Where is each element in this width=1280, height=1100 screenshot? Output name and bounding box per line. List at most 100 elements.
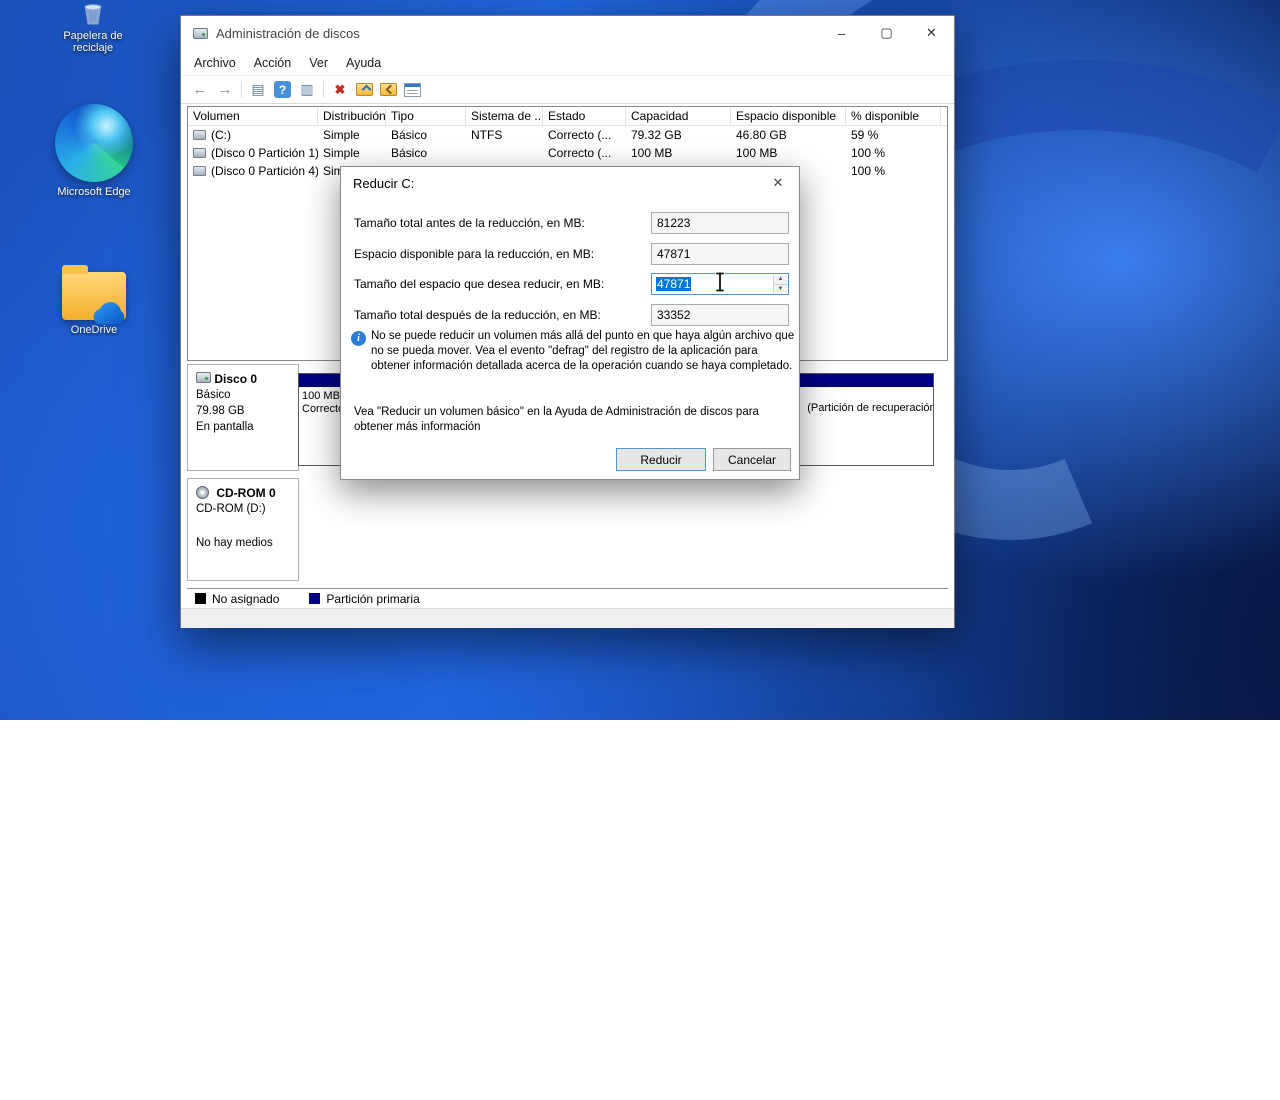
partition-status: Correcto — [302, 403, 338, 416]
cdrom-icon — [196, 486, 209, 499]
toolbar: ← → ▤ ? ▥ ✖ — [181, 76, 954, 104]
onedrive-glyph — [48, 256, 140, 320]
col-estado[interactable]: Estado — [543, 107, 626, 125]
edge-icon[interactable]: Microsoft Edge — [48, 104, 140, 198]
col-capacidad[interactable]: Capacidad — [626, 107, 731, 125]
cdrom-header[interactable]: CD-ROM 0 CD-ROM (D:) No hay medios — [187, 478, 299, 581]
disk0-header[interactable]: Disco 0 Básico 79.98 GB En pantalla — [187, 364, 299, 471]
open-folder-icon[interactable] — [356, 83, 373, 96]
text-cursor-icon — [713, 271, 727, 298]
onedrive-icon[interactable]: OneDrive — [48, 256, 140, 336]
col-pct[interactable]: % disponible — [846, 107, 941, 125]
total-before-label: Tamaño total antes de la reducción, en M… — [354, 212, 585, 234]
selected-value: 47871 — [656, 277, 691, 291]
cell-espacio: 46.80 GB — [731, 128, 846, 142]
list-view-icon[interactable] — [404, 83, 421, 97]
cell-volumen: (Disco 0 Partición 1) — [211, 146, 318, 160]
spinner: ▲ ▼ — [773, 275, 787, 293]
dialog-titlebar[interactable]: Reducir C: ✕ — [341, 167, 799, 199]
total-after-label: Tamaño total después de la reducción, en… — [354, 304, 601, 326]
info-text: No se puede reducir un volumen más allá … — [371, 329, 795, 373]
cell-pct: 100 % — [846, 164, 941, 178]
partition-status: Correcto (Partición de recuperación) — [804, 402, 934, 414]
unallocated-swatch — [195, 593, 206, 604]
console-tree-icon[interactable]: ▤ — [249, 81, 267, 99]
window-titlebar[interactable]: Administración de discos – ▢ ✕ — [181, 16, 954, 50]
cdrom-device: CD-ROM (D:) — [196, 501, 290, 517]
partition-system[interactable]: 100 MB Correcto — [298, 373, 342, 466]
disk0-type: Básico — [196, 387, 290, 403]
disk0-name: Disco 0 — [214, 372, 257, 386]
toolbar-separator — [323, 81, 324, 98]
cell-estado: Correcto (... — [543, 128, 626, 142]
cell-distribucion: Simple — [318, 128, 386, 142]
shrink-amount-label: Tamaño del espacio que desea reducir, en… — [354, 273, 604, 295]
delete-volume-icon[interactable]: ✖ — [331, 81, 349, 99]
legend: No asignado Partición primaria — [187, 588, 948, 608]
shrink-dialog: Reducir C: ✕ Tamaño total antes de la re… — [340, 166, 800, 480]
window-title: Administración de discos — [216, 26, 819, 41]
help-icon[interactable]: ? — [274, 81, 291, 98]
legend-unallocated: No asignado — [212, 592, 279, 606]
close-button[interactable]: ✕ — [909, 16, 954, 50]
info-icon: i — [351, 331, 366, 346]
disk-icon — [196, 372, 211, 383]
toolbar-separator — [241, 81, 242, 98]
cell-tipo: Básico — [386, 128, 466, 142]
table-row[interactable]: (C:) Simple Básico NTFS Correcto (... 79… — [188, 126, 947, 144]
total-after-field: 33352 — [651, 304, 789, 326]
menubar: Archivo Acción Ver Ayuda — [181, 50, 954, 76]
recycle-bin-icon[interactable]: Papelera de reciclaje — [47, 2, 139, 54]
available-shrink-label: Espacio disponible para la reducción, en… — [354, 243, 594, 265]
cell-pct: 100 % — [846, 146, 941, 160]
volume-list-header: Volumen Distribución Tipo Sistema de ...… — [188, 107, 947, 126]
col-sistema[interactable]: Sistema de ... — [466, 107, 543, 125]
col-volumen[interactable]: Volumen — [188, 107, 318, 125]
cell-espacio: 100 MB — [731, 146, 846, 160]
menu-ayuda[interactable]: Ayuda — [337, 52, 390, 74]
shrink-button[interactable]: Reducir — [616, 448, 706, 471]
col-tipo[interactable]: Tipo — [386, 107, 466, 125]
dialog-close-icon[interactable]: ✕ — [757, 167, 799, 199]
disk0-size: 79.98 GB — [196, 403, 290, 419]
back-icon[interactable]: ← — [191, 81, 209, 99]
menu-ver[interactable]: Ver — [300, 52, 337, 74]
edit-folder-icon[interactable] — [380, 83, 397, 96]
disk0-status: En pantalla — [196, 419, 290, 435]
recycle-bin-glyph — [47, 2, 139, 26]
legend-primary: Partición primaria — [326, 592, 419, 606]
total-before-field: 81223 — [651, 212, 789, 234]
properties-icon[interactable]: ▥ — [298, 81, 316, 99]
window-statusbar — [181, 608, 954, 628]
spinner-up-icon[interactable]: ▲ — [773, 275, 787, 285]
menu-accion[interactable]: Acción — [245, 52, 301, 74]
primary-partition-swatch — [309, 593, 320, 604]
cell-tipo: Básico — [386, 146, 466, 160]
volume-icon — [193, 148, 206, 158]
forward-icon[interactable]: → — [216, 81, 234, 99]
col-distribucion[interactable]: Distribución — [318, 107, 386, 125]
cell-estado: Correcto (... — [543, 146, 626, 160]
cell-volumen: (Disco 0 Partición 4) — [211, 164, 318, 178]
dialog-title: Reducir C: — [353, 176, 757, 191]
recycle-bin-label: Papelera de reciclaje — [47, 30, 139, 54]
partition-size: 100 MB — [302, 390, 338, 403]
table-row[interactable]: (Disco 0 Partición 1) Simple Básico Corr… — [188, 144, 947, 162]
col-espacio[interactable]: Espacio disponible — [731, 107, 846, 125]
cdrom-name: CD-ROM 0 — [216, 486, 275, 500]
col-filler — [941, 107, 948, 125]
primary-partition-band — [299, 374, 341, 387]
spinner-down-icon[interactable]: ▼ — [773, 285, 787, 294]
volume-icon — [193, 130, 206, 140]
help-text: Vea "Reducir un volumen básico" en la Ay… — [354, 405, 774, 435]
cell-sistema: NTFS — [466, 128, 543, 142]
cell-pct: 59 % — [846, 128, 941, 142]
maximize-button[interactable]: ▢ — [864, 16, 909, 50]
app-icon — [193, 28, 208, 39]
menu-archivo[interactable]: Archivo — [185, 52, 245, 74]
cancel-button[interactable]: Cancelar — [713, 448, 791, 471]
minimize-button[interactable]: – — [819, 16, 864, 50]
edge-logo — [48, 104, 140, 182]
cdrom-media: No hay medios — [196, 535, 290, 551]
volume-icon — [193, 166, 206, 176]
